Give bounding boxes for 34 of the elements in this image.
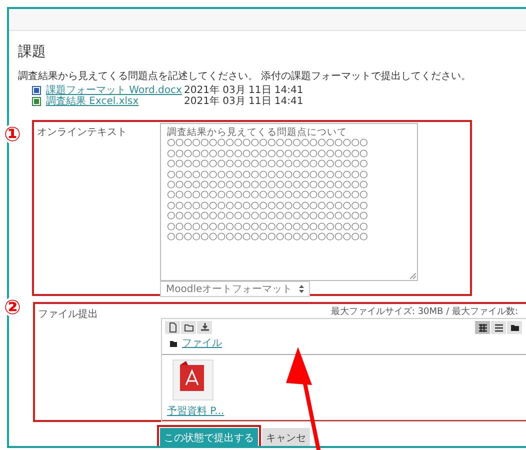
spreadsheet-file-icon: [32, 97, 41, 106]
folder-icon: [170, 340, 177, 346]
annotation-number: ②: [4, 297, 21, 317]
file-date: 2021年 03月 11日 14:41: [184, 95, 304, 109]
text-area[interactable]: 調査結果から見えてくる問題点について ○○○○○○○○○○○○○○○○○○○○○○○○ ○○○○○○○○○○○○○○○○○○○○○○○○ ○○○○○○○○○○○○○○○○○○○○○○○○ ○○○○○○○○○○○○○○○○○○○○○○○○ ○○○○○○○○○○○○○○○○○○○○○○○○ ○○○○○○○○○○○○○○○○○○○○○○○○ ○○○○○○○○○○○○○○○○○○○○○○○○ ○○○○○○○○○○○○○○○○○○○○○○○○ ○○○○○○○○○○○○○○○○○○○○○○○○ ○○○○○○○○○○○○○○○○○○○○○○○○: [160, 123, 418, 281]
file-link[interactable]: 調査結果 Excel.xlsx: [46, 94, 184, 109]
grid-view-icon: [478, 322, 488, 332]
grid-view-button[interactable]: [475, 321, 490, 334]
annotation-number: ①: [4, 124, 21, 144]
page-title: 課題: [18, 45, 47, 59]
download-button[interactable]: [197, 321, 212, 334]
add-file-icon: [168, 322, 178, 333]
format-select[interactable]: Moodleオートフォーマット: [160, 281, 310, 297]
list-view-icon: [494, 322, 504, 332]
description-text: 調査結果から見えてくる問題点を記述してください。 添付の課題フォーマットで提出してください。: [18, 70, 472, 84]
pdf-file-icon[interactable]: [172, 359, 214, 401]
path-link[interactable]: ファイル: [182, 336, 222, 351]
tree-view-button[interactable]: [507, 321, 522, 334]
download-icon: [200, 322, 210, 333]
field-label: オンラインテキスト: [36, 126, 128, 140]
file-limits-text: 最大ファイルサイズ: 30MB / 最大ファイル数:: [330, 306, 518, 319]
caret-icon: [299, 285, 304, 293]
file-name-link[interactable]: 予習資料 P...: [167, 404, 227, 419]
folder-icon: [184, 322, 194, 333]
list-view-button[interactable]: [491, 321, 506, 334]
document-file-icon: [32, 86, 41, 95]
field-label: ファイル提出: [37, 308, 99, 322]
resize-handle-icon[interactable]: [410, 273, 416, 279]
submit-button[interactable]: この状態で提出する: [160, 428, 258, 446]
tree-view-icon: [510, 322, 520, 332]
cancel-button[interactable]: キャンセ: [262, 428, 310, 446]
add-file-button[interactable]: [165, 321, 180, 334]
file-date: 2021年 03月 11日 14:41: [184, 84, 304, 96]
folder-button[interactable]: [181, 321, 196, 334]
